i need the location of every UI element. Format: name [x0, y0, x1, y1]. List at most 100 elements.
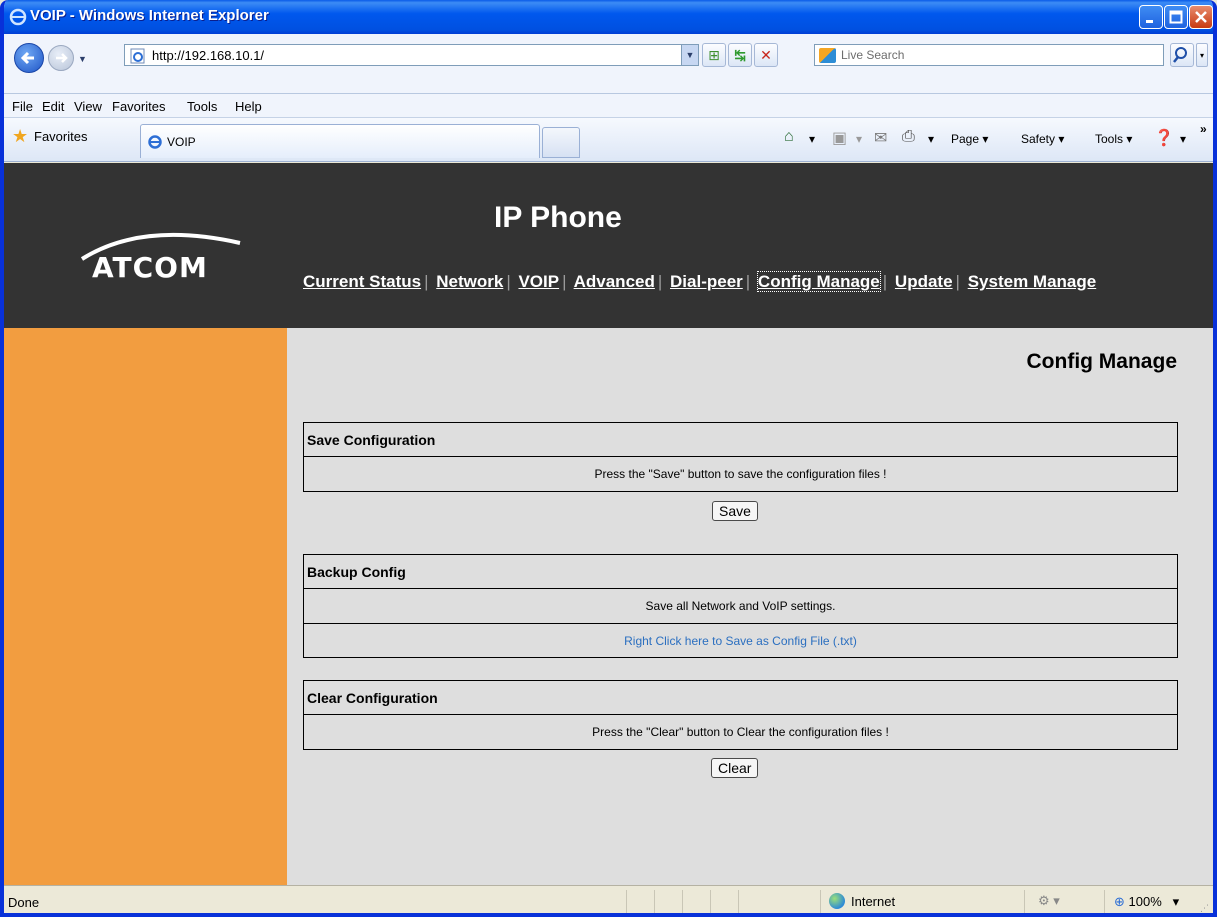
nav-config-manage[interactable]: Config Manage: [756, 271, 881, 292]
search-options-dropdown[interactable]: ▾: [1196, 43, 1208, 67]
back-arrow-icon: [20, 51, 34, 65]
menu-favorites[interactable]: Favorites: [112, 99, 165, 114]
new-tab-button[interactable]: [542, 127, 580, 158]
page-menu[interactable]: Page ▾: [951, 132, 988, 146]
status-divider: [738, 890, 739, 913]
stop-button[interactable]: ✕: [754, 43, 778, 67]
favorites-star-icon: ★: [12, 126, 29, 146]
backup-config-section: Backup Config Save all Network and VoIP …: [303, 554, 1178, 658]
help-icon[interactable]: ❓: [1154, 128, 1174, 148]
recent-pages-dropdown[interactable]: ▼: [78, 54, 87, 64]
close-button[interactable]: [1189, 5, 1213, 29]
save-button[interactable]: Save: [712, 501, 758, 521]
main-content: Config Manage Save Configuration Press t…: [287, 328, 1213, 885]
backup-description: Save all Network and VoIP settings.: [645, 599, 836, 613]
nav-dial-peer[interactable]: Dial-peer: [670, 272, 743, 291]
web-page: ATCOM IP Phone Current Status | Network | …: [4, 163, 1213, 885]
zone-label: Internet: [851, 894, 896, 909]
favorites-bar: ★ Favorites VOIP ⌂ ▾ ▣ ▾ ✉ ⎙ ▾ Page ▾ Sa…: [4, 118, 1213, 162]
zoom-level: 100%: [1128, 894, 1162, 909]
menu-view[interactable]: View: [74, 99, 102, 114]
nav-voip[interactable]: VOIP: [518, 272, 559, 291]
refresh-icon: ↹: [734, 47, 746, 63]
nav-update[interactable]: Update: [895, 272, 953, 291]
mail-icon[interactable]: ✉: [874, 128, 887, 148]
zoom-control[interactable]: ⊕ 100% ▾: [1114, 894, 1179, 910]
globe-icon: [829, 893, 845, 909]
left-sidebar: [4, 328, 287, 885]
section-title: Save Configuration: [304, 423, 1177, 457]
search-input[interactable]: Live Search: [814, 44, 1164, 66]
search-button[interactable]: [1170, 43, 1194, 67]
menu-file[interactable]: File: [12, 99, 33, 114]
status-divider: [654, 890, 655, 913]
maximize-button[interactable]: [1164, 5, 1188, 29]
home-dropdown[interactable]: ▾: [809, 132, 815, 146]
address-toolbar: ▼ http://192.168.10.1/ ▼ ⊞ ↹ ✕ Live Sear…: [4, 34, 1213, 94]
tab-voip[interactable]: VOIP: [140, 124, 540, 158]
search-placeholder: Live Search: [841, 48, 905, 62]
toolbar-overflow-icon[interactable]: »: [1200, 122, 1207, 136]
backup-link-row: Right Click here to Save as Config File …: [304, 623, 1177, 657]
page-icon: [130, 48, 145, 64]
home-icon[interactable]: ⌂: [784, 128, 794, 146]
status-divider: [626, 890, 627, 913]
menu-help[interactable]: Help: [235, 99, 262, 114]
compatibility-icon: ⊞: [708, 47, 720, 63]
menu-tools[interactable]: Tools: [187, 99, 217, 114]
save-config-file-link[interactable]: Right Click here to Save as Config File …: [624, 634, 857, 648]
address-dropdown[interactable]: ▼: [681, 45, 698, 65]
feeds-icon[interactable]: ▣: [832, 128, 847, 148]
status-divider: [820, 890, 821, 913]
menu-bar: File Edit View Favorites Tools Help: [4, 94, 1213, 118]
close-icon: [1195, 11, 1207, 23]
status-text: Done: [8, 895, 40, 910]
minimize-button[interactable]: [1139, 5, 1163, 29]
compatibility-view-button[interactable]: ⊞: [702, 43, 726, 67]
atcom-logo: ATCOM: [92, 251, 208, 284]
nav-system-manage[interactable]: System Manage: [968, 272, 1097, 291]
print-dropdown[interactable]: ▾: [928, 132, 934, 146]
ie-logo-icon: [9, 8, 27, 26]
address-text: http://192.168.10.1/: [152, 48, 265, 63]
print-icon[interactable]: ⎙: [902, 128, 915, 146]
save-configuration-section: Save Configuration Press the "Save" butt…: [303, 422, 1178, 492]
stop-icon: ✕: [760, 47, 772, 63]
ie-tab-icon: [148, 135, 162, 149]
status-divider: [1104, 890, 1105, 913]
forward-arrow-icon: [56, 53, 68, 63]
page-header: ATCOM IP Phone Current Status | Network | …: [4, 163, 1213, 328]
security-zone[interactable]: Internet: [829, 893, 895, 909]
status-divider: [682, 890, 683, 913]
resize-grip-icon[interactable]: ⋰: [1200, 903, 1209, 913]
title-bar: VOIP - Windows Internet Explorer: [4, 0, 1213, 34]
protected-mode-icon[interactable]: ⚙ ▾: [1038, 893, 1060, 909]
maximize-icon: [1169, 10, 1183, 24]
live-search-icon: [819, 48, 836, 63]
refresh-button[interactable]: ↹: [728, 43, 752, 67]
nav-network[interactable]: Network: [436, 272, 503, 291]
clear-configuration-section: Clear Configuration Press the "Clear" bu…: [303, 680, 1178, 750]
help-dropdown[interactable]: ▾: [1180, 132, 1186, 146]
status-divider: [710, 890, 711, 913]
clear-button[interactable]: Clear: [711, 758, 759, 778]
safety-menu[interactable]: Safety ▾: [1021, 132, 1064, 146]
zoom-dropdown-icon: ▾: [1165, 894, 1180, 909]
favorites-label: Favorites: [34, 129, 88, 144]
minimize-icon: [1146, 20, 1153, 23]
address-field[interactable]: http://192.168.10.1/ ▼: [124, 44, 699, 66]
tools-menu[interactable]: Tools ▾: [1095, 132, 1132, 146]
window-title: VOIP - Windows Internet Explorer: [30, 7, 269, 24]
nav-advanced[interactable]: Advanced: [574, 272, 655, 291]
forward-button[interactable]: [48, 45, 74, 71]
nav-current-status[interactable]: Current Status: [303, 272, 421, 291]
back-button[interactable]: [14, 43, 44, 73]
search-icon: [1173, 47, 1187, 63]
feeds-dropdown[interactable]: ▾: [856, 132, 862, 146]
top-navigation: Current Status | Network | VOIP | Advanced |…: [303, 271, 1097, 292]
page-title: Config Manage: [1026, 350, 1178, 373]
menu-edit[interactable]: Edit: [42, 99, 64, 114]
save-description: Press the "Save" button to save the conf…: [594, 467, 887, 481]
status-divider: [1024, 890, 1025, 913]
clear-description: Press the "Clear" button to Clear the co…: [592, 725, 889, 739]
